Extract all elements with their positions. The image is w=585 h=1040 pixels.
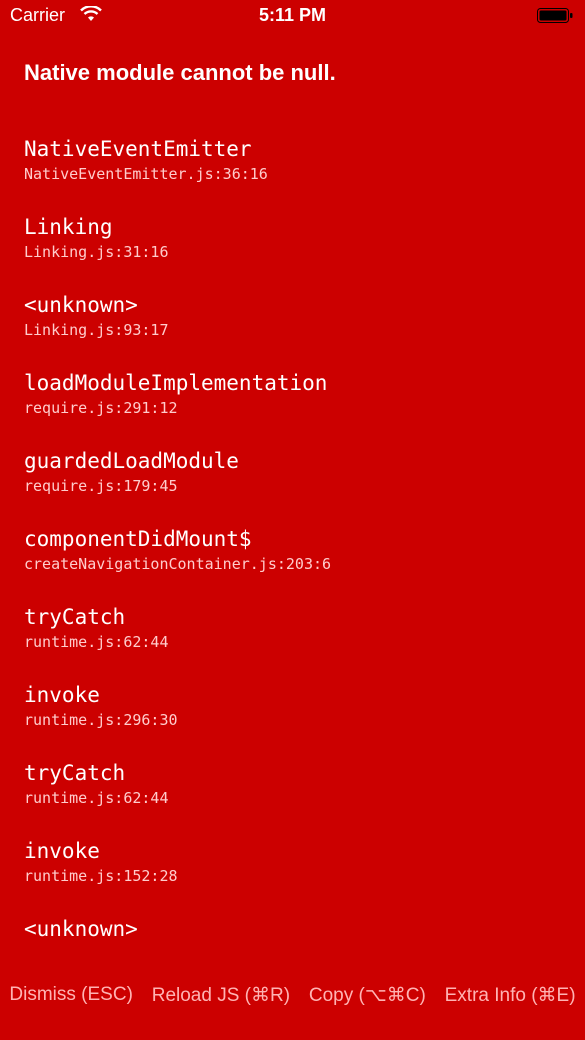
stack-frame-function: invoke	[24, 839, 100, 863]
stack-frame[interactable]: NativeEventEmitter NativeEventEmitter.js:…	[24, 134, 574, 212]
stack-frame-location: runtime.js:296:30	[24, 711, 178, 729]
stack-frame[interactable]: invoke runtime.js:296:30	[24, 680, 574, 758]
stack-frame-location: Linking.js:93:17	[24, 321, 169, 339]
stack-frame-function: guardedLoadModule	[24, 449, 239, 473]
stack-frame-location: runtime.js:62:44	[24, 789, 169, 807]
status-bar: Carrier 5:11 PM	[0, 0, 585, 32]
stack-frame[interactable]: loadModuleImplementation require.js:291:1…	[24, 368, 574, 446]
stack-frame-function: componentDidMount$	[24, 527, 252, 551]
stack-frame-function: <unknown>	[24, 293, 138, 317]
stack-frame-location: NativeEventEmitter.js:36:16	[24, 165, 268, 183]
stack-frame-function: invoke	[24, 683, 100, 707]
stack-frame-function: tryCatch	[24, 761, 126, 785]
stack-frame-function: NativeEventEmitter	[24, 137, 252, 161]
stack-frame[interactable]: invoke runtime.js:152:28	[24, 836, 574, 914]
battery-icon	[537, 8, 573, 23]
stack-frame[interactable]: tryCatch runtime.js:62:44	[24, 758, 574, 836]
stack-frame-location: runtime.js:62:44	[24, 633, 169, 651]
extra-info-button[interactable]: Extra Info (⌘E)	[445, 984, 576, 1007]
dismiss-button[interactable]: Dismiss (ESC)	[9, 984, 133, 1006]
stack-frame[interactable]: <unknown> Linking.js:93:17	[24, 290, 574, 368]
stack-frame-location: Linking.js:31:16	[24, 243, 169, 261]
stack-frame-function: <unknown>	[24, 917, 138, 941]
stack-frame[interactable]: componentDidMount$ createNavigationContai…	[24, 524, 574, 602]
action-bar: Dismiss (ESC) Reload JS (⌘R) Copy (⌥⌘C) …	[0, 980, 585, 1010]
stack-frame-location: require.js:179:45	[24, 477, 178, 495]
stack-frame[interactable]: tryCatch runtime.js:62:44	[24, 602, 574, 680]
status-time: 5:11 PM	[258, 5, 327, 25]
stack-frame-location: require.js:291:12	[24, 399, 178, 417]
error-title: Native module cannot be null.	[24, 60, 336, 85]
stack-frame[interactable]: guardedLoadModule require.js:179:45	[24, 446, 574, 524]
stack-trace: NativeEventEmitter NativeEventEmitter.js:…	[24, 134, 574, 992]
copy-button[interactable]: Copy (⌥⌘C)	[309, 984, 426, 1007]
stack-frame-function: loadModuleImplementation	[24, 371, 328, 395]
reload-button[interactable]: Reload JS (⌘R)	[152, 984, 290, 1007]
stack-frame-location: createNavigationContainer.js:203:6	[24, 555, 332, 573]
stack-frame-location: runtime.js:152:28	[24, 867, 178, 885]
stack-frame-function: Linking	[24, 215, 113, 239]
stack-frame[interactable]: Linking Linking.js:31:16	[24, 212, 574, 290]
stack-frame-function: tryCatch	[24, 605, 126, 629]
